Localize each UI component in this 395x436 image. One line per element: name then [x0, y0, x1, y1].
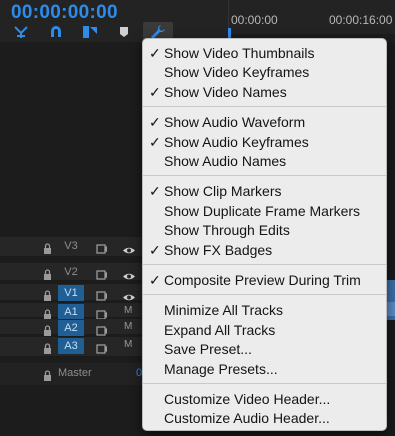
ruler-label-start: 00:00:00 — [231, 13, 278, 27]
menu-item-label: Show Audio Waveform — [164, 114, 306, 131]
master-label: Master — [58, 367, 92, 379]
menu-item-show-clip-markers[interactable]: ✓ Show Clip Markers — [143, 182, 386, 201]
track-row-a1[interactable]: A1 M — [0, 303, 148, 320]
menu-item-label: Show Video Thumbnails — [164, 45, 315, 61]
menu-item-label: Composite Preview During Trim — [164, 272, 361, 288]
menu-item-label: Show Video Keyframes — [164, 64, 310, 81]
timeline-display-settings-menu: ✓ Show Video Thumbnails Show Video Keyfram… — [142, 38, 387, 431]
track-name[interactable]: V1 — [58, 285, 84, 301]
time-ruler[interactable]: 00:00:00 00:00:16:00 — [228, 0, 395, 42]
menu-item-label: Show Duplicate Frame Markers — [164, 202, 361, 219]
menu-item-label: Expand All Tracks — [164, 321, 276, 338]
ruler-label-16s: 00:00:16:00 — [329, 13, 393, 27]
menu-item-expand-all-tracks[interactable]: Expand All Tracks — [143, 321, 386, 340]
snap-icon[interactable] — [13, 24, 29, 40]
menu-item-show-video-names[interactable]: ✓ Show Video Names — [143, 83, 386, 102]
track-name[interactable]: A3 — [58, 338, 84, 354]
menu-item-label: Show Audio Names — [164, 153, 287, 169]
menu-item-label: Show Through Edits — [164, 222, 290, 239]
add-marker-icon[interactable] — [116, 24, 132, 40]
magnet-icon[interactable] — [48, 24, 64, 40]
menu-item-minimize-all-tracks[interactable]: Minimize All Tracks — [143, 301, 386, 320]
menu-item-composite-preview-during-trim[interactable]: ✓ Composite Preview During Trim — [143, 271, 386, 290]
track-row-a3[interactable]: A3 M — [0, 337, 148, 357]
checkmark-icon: ✓ — [149, 241, 161, 258]
menu-item-manage-presets[interactable]: Manage Presets... — [143, 360, 386, 379]
menu-item-show-audio-names[interactable]: Show Audio Names — [143, 152, 386, 171]
mute-button[interactable]: M — [124, 339, 132, 350]
menu-separator — [143, 106, 386, 108]
menu-item-label: Show Clip Markers — [164, 183, 282, 200]
menu-separator — [143, 264, 386, 265]
lock-icon[interactable] — [43, 241, 52, 259]
checkmark-icon: ✓ — [149, 114, 161, 131]
mute-button[interactable]: M — [124, 321, 132, 332]
linked-selection-icon[interactable] — [82, 24, 98, 40]
menu-item-customize-audio-header[interactable]: Customize Audio Header... — [143, 409, 386, 428]
menu-item-label: Manage Presets... — [164, 360, 278, 377]
lock-icon[interactable] — [43, 341, 52, 359]
menu-separator — [143, 294, 386, 296]
track-row-v1[interactable]: V1 — [0, 284, 148, 301]
track-row-v3[interactable]: V3 — [0, 237, 148, 257]
menu-separator — [143, 175, 386, 177]
track-row-v2[interactable]: V2 — [0, 263, 148, 281]
track-name[interactable]: V3 — [58, 238, 84, 254]
mute-button[interactable]: M — [124, 305, 132, 316]
timecode-display[interactable]: 00:00:00:00 — [11, 2, 118, 24]
lock-icon[interactable] — [43, 267, 52, 285]
checkmark-icon: ✓ — [149, 183, 161, 200]
sync-lock-icon[interactable] — [96, 241, 108, 259]
menu-item-label: Show Audio Keyframes — [164, 133, 309, 150]
menu-separator — [143, 383, 386, 384]
menu-item-show-audio-keyframes[interactable]: ✓ Show Audio Keyframes — [143, 133, 386, 152]
checkmark-icon: ✓ — [149, 45, 161, 61]
menu-item-show-duplicate-frame-markers[interactable]: Show Duplicate Frame Markers — [143, 202, 386, 221]
menu-item-save-preset[interactable]: Save Preset... — [143, 340, 386, 359]
eye-icon[interactable] — [122, 242, 136, 260]
menu-item-show-video-thumbnails[interactable]: ✓ Show Video Thumbnails — [143, 44, 386, 63]
menu-item-label: Show FX Badges — [164, 241, 273, 258]
menu-item-label: Customize Audio Header... — [164, 410, 330, 427]
audio-sync-icon[interactable] — [96, 341, 108, 359]
menu-item-label: Save Preset... — [164, 341, 252, 358]
menu-item-label: Show Video Names — [164, 83, 287, 100]
menu-item-customize-video-header[interactable]: Customize Video Header... — [143, 390, 386, 409]
menu-item-show-through-edits[interactable]: Show Through Edits — [143, 221, 386, 240]
track-name[interactable]: A1 — [58, 304, 84, 320]
menu-item-show-fx-badges[interactable]: ✓ Show FX Badges — [143, 241, 386, 260]
sync-lock-icon[interactable] — [96, 267, 108, 285]
checkmark-icon: ✓ — [149, 83, 161, 100]
checkmark-icon: ✓ — [149, 272, 161, 288]
menu-item-label: Minimize All Tracks — [164, 302, 284, 319]
track-name[interactable]: V2 — [58, 264, 84, 280]
track-name[interactable]: A2 — [58, 320, 84, 336]
lock-icon[interactable] — [43, 368, 52, 386]
menu-item-show-video-keyframes[interactable]: Show Video Keyframes — [143, 63, 386, 82]
checkmark-icon: ✓ — [149, 133, 161, 150]
track-row-a2[interactable]: A2 M — [0, 319, 148, 336]
master-track-row: Master 0 — [0, 363, 148, 385]
menu-item-label: Customize Video Header... — [164, 391, 331, 407]
menu-item-show-audio-waveform[interactable]: ✓ Show Audio Waveform — [143, 113, 386, 132]
